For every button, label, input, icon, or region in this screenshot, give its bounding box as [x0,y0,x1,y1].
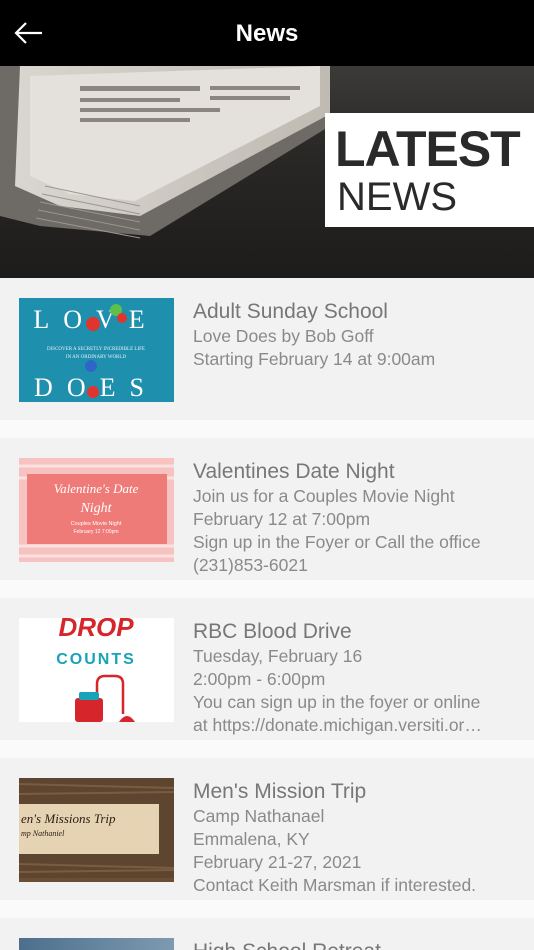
news-item-line: Starting February 14 at 9:00am [193,349,436,369]
thumb-title: en's Missions Trip [21,811,116,826]
news-item-line: 2:00pm - 6:00pm [193,669,326,689]
news-item-line: Love Does by Bob Goff [193,326,374,346]
news-item-title: RBC Blood Drive [193,620,352,643]
thumb-title-2: Night [79,501,112,516]
news-item-line: Contact Keith Marsman if interested. [193,875,477,895]
blood-drive-thumbnail: DROP COUNTS [19,618,174,722]
news-item-title: Men's Mission Trip [193,780,367,803]
news-item-valentines-date-night[interactable]: Valentine's Date Night Couples Movie Nig… [0,438,534,580]
news-item-line: You can sign up in the foyer or online [193,692,481,712]
news-item-line: at https://donate.michigan.versiti.or… [193,715,482,735]
thumb-subtitle: Couples Movie Night [71,521,122,527]
news-item-title: Adult Sunday School [193,300,388,323]
mission-trip-thumbnail: en's Missions Trip mp Nathaniel [19,778,174,882]
thumb-date: February 12 7:00pm [73,529,118,535]
news-item-adult-sunday-school[interactable]: LOVE DISCOVER A SECRETLY INCREDIBLE LIFE… [0,278,534,420]
news-item-line: Emmalena, KY [193,829,310,849]
news-item-rbc-blood-drive[interactable]: DROP COUNTS RBC Blood Drive Tuesday, Feb… [0,598,534,740]
list-separator [0,580,534,598]
thumb-counts-text: COUNTS [56,651,136,668]
hero-banner: LATEST NEWS [0,66,534,278]
list-separator [0,420,534,438]
hero-title-line1: LATEST [335,121,521,177]
thumb-drop-text: DROP [58,618,134,642]
list-separator [0,900,534,918]
news-item-line: Tuesday, February 16 [193,646,363,666]
news-item-title: Valentines Date Night [193,460,395,483]
news-item-high-school-retreat[interactable]: High School Retreat [0,918,534,950]
thumb-title: Valentine's Date [54,481,139,496]
top-bar: News [0,0,534,66]
news-item-title: High School Retreat [193,939,523,950]
thumb-subtitle: mp Nathaniel [21,829,65,838]
valentines-thumbnail: Valentine's Date Night Couples Movie Nig… [19,458,174,562]
page-title: News [235,20,299,47]
list-separator [0,740,534,758]
latest-news-card: LATEST NEWS [325,113,534,227]
thumb-subtitle-2: IN AN ORDINARY WORLD [66,355,127,360]
news-item-line: Join us for a Couples Movie Night [193,486,455,506]
news-item-mens-mission-trip[interactable]: en's Missions Trip mp Nathaniel Men's Mi… [0,758,534,900]
news-item-line: Sign up in the Foyer or Call the office [193,532,481,552]
news-item-line: Camp Nathanael [193,806,325,826]
news-item-line: (231)853-6021 [193,555,308,575]
hero-title-line2: NEWS [337,175,457,219]
news-item-line: February 12 at 7:00pm [193,509,371,529]
love-does-book-thumbnail: LOVE DISCOVER A SECRETLY INCREDIBLE LIFE… [19,298,174,402]
retreat-thumbnail [19,938,174,950]
news-item-line: February 21-27, 2021 [193,852,362,872]
thumb-subtitle-1: DISCOVER A SECRETLY INCREDIBLE LIFE [47,347,145,352]
